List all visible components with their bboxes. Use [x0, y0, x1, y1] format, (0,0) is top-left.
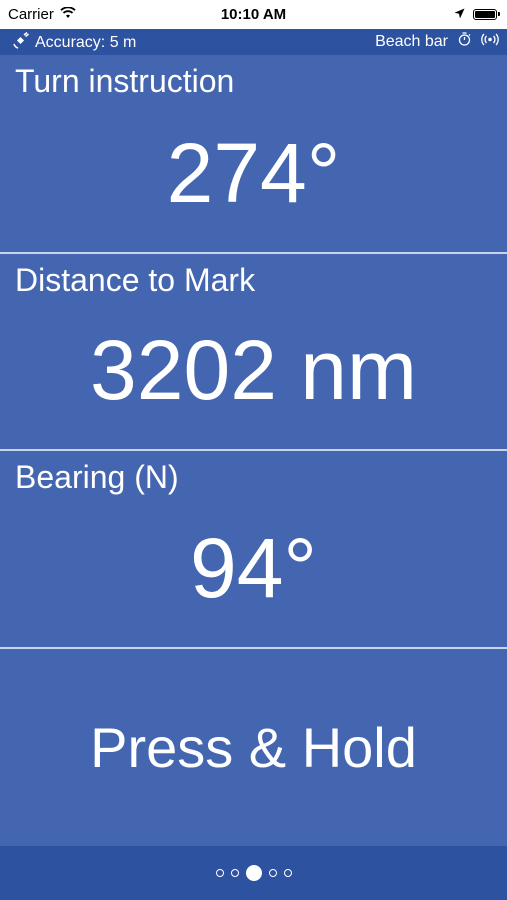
distance-panel[interactable]: Distance to Mark 3202 nm	[0, 254, 507, 449]
press-and-hold-button[interactable]: Press & Hold	[0, 650, 507, 846]
accuracy-text: Accuracy: 5 m	[35, 34, 137, 51]
distance-value: 3202 nm	[90, 323, 417, 417]
panel-divider	[0, 647, 507, 649]
accuracy-group: Accuracy: 5 m	[12, 31, 137, 54]
battery-icon	[473, 9, 500, 20]
destination-label[interactable]: Beach bar	[375, 33, 448, 51]
turn-instruction-value: 274°	[166, 126, 341, 220]
page-dot-active[interactable]	[245, 865, 262, 881]
distance-label: Distance to Mark	[15, 262, 256, 298]
turn-instruction-panel[interactable]: Turn instruction 274°	[0, 55, 507, 252]
page-dot[interactable]	[215, 869, 224, 877]
page-dot[interactable]	[268, 869, 277, 877]
bearing-value: 94°	[189, 521, 318, 615]
status-bar: Carrier 10:10 AM	[0, 0, 507, 29]
status-time: 10:10 AM	[220, 6, 287, 23]
app-screen: Carrier 10:10 AM Accuracy: 5 m Beach bar…	[0, 0, 507, 900]
satellite-icon	[12, 31, 29, 54]
broadcast-icon[interactable]	[481, 33, 499, 51]
page-indicator[interactable]	[0, 846, 507, 900]
info-right-group: Beach bar	[375, 32, 499, 51]
page-dot[interactable]	[230, 869, 239, 877]
info-bar: Accuracy: 5 m Beach bar	[0, 29, 507, 55]
location-arrow-icon	[454, 6, 465, 23]
bearing-label: Bearing (N)	[15, 459, 179, 495]
stopwatch-icon[interactable]	[458, 32, 471, 51]
turn-instruction-label: Turn instruction	[15, 63, 235, 99]
page-dot[interactable]	[283, 869, 292, 877]
bearing-panel[interactable]: Bearing (N) 94°	[0, 451, 507, 647]
status-right-group	[454, 6, 500, 23]
